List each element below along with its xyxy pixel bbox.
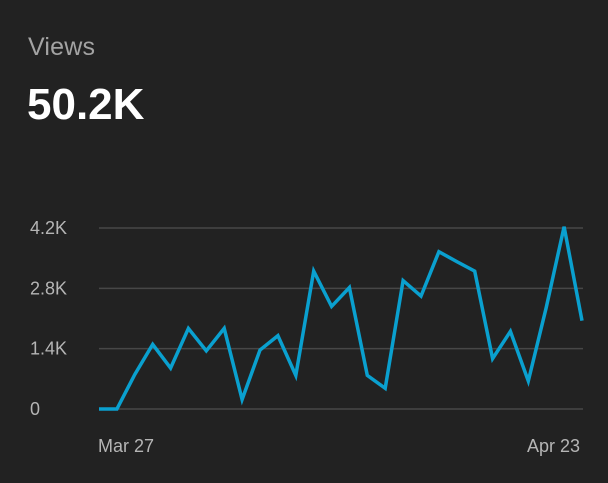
views-line-chart: 0 1.4K 2.8K 4.2K Mar 27 Apr 23 [30,218,584,456]
grid-lines [99,227,583,410]
x-tick-label: Mar 27 [98,436,154,456]
y-tick-label: 1.4K [30,339,67,359]
x-tick-label: Apr 23 [527,436,580,456]
views-card: Views 50.2K 0 1.4K 2.8K 4.2K Mar 27 Apr 23 [0,0,608,483]
y-tick-label: 2.8K [30,278,67,298]
y-tick-label: 4.2K [30,218,67,238]
x-axis-ticks: Mar 27 Apr 23 [98,436,580,456]
series-line-layer [99,226,584,411]
y-axis-ticks: 0 1.4K 2.8K 4.2K [30,218,67,419]
series-line [99,226,584,411]
y-tick-label: 0 [30,399,40,419]
